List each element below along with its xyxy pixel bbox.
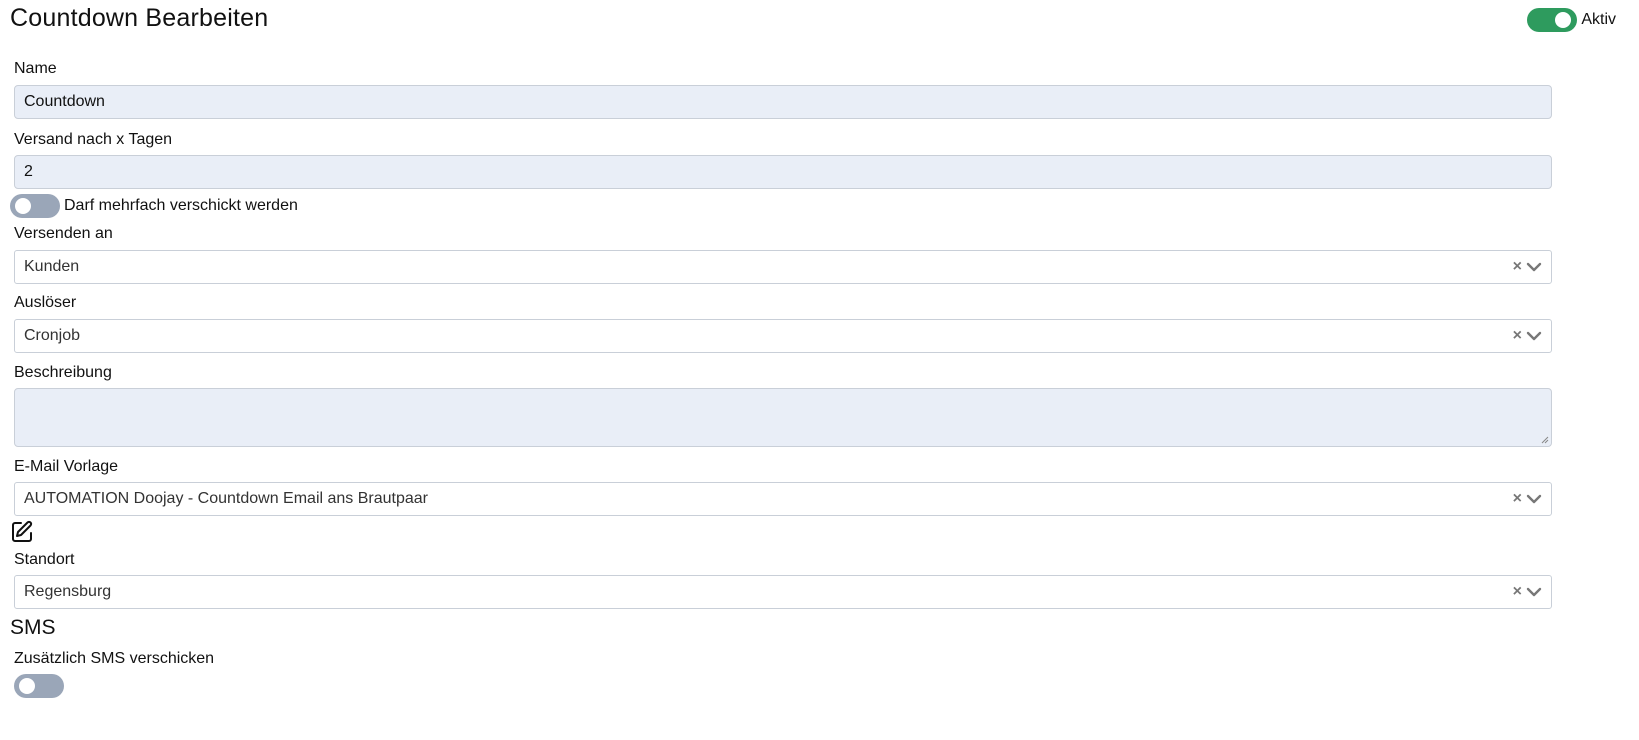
- sms-section-title: SMS: [10, 616, 56, 639]
- resize-grip-icon[interactable]: [1541, 436, 1549, 444]
- toggle-knob: [19, 678, 35, 694]
- location-select[interactable]: Regensburg ×: [14, 575, 1552, 609]
- email-template-label: E-Mail Vorlage: [14, 458, 119, 475]
- clear-icon[interactable]: ×: [1513, 490, 1522, 508]
- days-label: Versand nach x Tagen: [14, 131, 173, 148]
- recipient-label: Versenden an: [14, 225, 113, 242]
- description-textarea[interactable]: [14, 388, 1552, 447]
- description-label: Beschreibung: [14, 364, 112, 381]
- chevron-down-icon[interactable]: [1526, 584, 1542, 600]
- clear-icon[interactable]: ×: [1513, 583, 1522, 601]
- name-input-value: Countdown: [24, 93, 105, 110]
- name-input[interactable]: Countdown: [14, 85, 1552, 119]
- chevron-down-icon[interactable]: [1526, 491, 1542, 507]
- location-label: Standort: [14, 551, 75, 568]
- active-toggle-label: Aktiv: [1581, 11, 1616, 28]
- sms-extra-label: Zusätzlich SMS verschicken: [14, 650, 215, 667]
- sms-toggle-row: [14, 674, 64, 698]
- recipient-select[interactable]: Kunden ×: [14, 250, 1552, 284]
- multiple-toggle[interactable]: [10, 194, 60, 218]
- edit-icon[interactable]: [10, 520, 34, 544]
- clear-icon[interactable]: ×: [1513, 327, 1522, 345]
- email-template-select-value: AUTOMATION Doojay - Countdown Email ans …: [24, 490, 429, 507]
- days-input-value: 2: [24, 163, 33, 180]
- trigger-label: Auslöser: [14, 294, 77, 311]
- days-input[interactable]: 2: [14, 155, 1552, 189]
- trigger-select-value: Cronjob: [24, 327, 81, 344]
- multiple-toggle-label: Darf mehrfach verschickt werden: [64, 197, 298, 214]
- page-title: Countdown Bearbeiten: [10, 4, 269, 32]
- email-template-select[interactable]: AUTOMATION Doojay - Countdown Email ans …: [14, 482, 1552, 516]
- active-toggle-group: Aktiv: [1527, 8, 1616, 32]
- sms-toggle[interactable]: [14, 674, 64, 698]
- location-select-value: Regensburg: [24, 583, 112, 600]
- multiple-toggle-row: Darf mehrfach verschickt werden: [10, 194, 298, 218]
- toggle-knob: [15, 198, 31, 214]
- toggle-knob: [1555, 12, 1572, 28]
- recipient-select-value: Kunden: [24, 258, 80, 275]
- chevron-down-icon[interactable]: [1526, 259, 1542, 275]
- clear-icon[interactable]: ×: [1513, 258, 1522, 276]
- trigger-select[interactable]: Cronjob ×: [14, 319, 1552, 353]
- active-toggle[interactable]: [1527, 8, 1578, 32]
- name-label: Name: [14, 60, 57, 77]
- chevron-down-icon[interactable]: [1526, 328, 1542, 344]
